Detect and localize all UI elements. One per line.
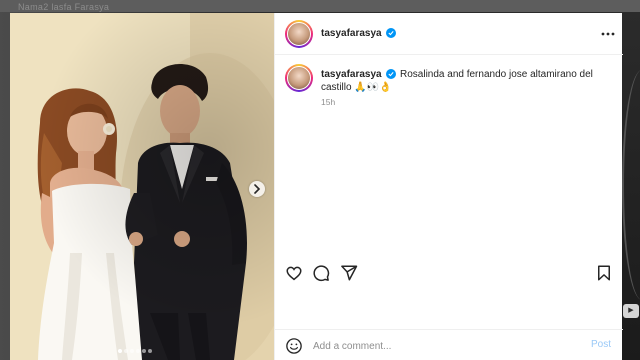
background-play-badge: ▶ [623, 304, 639, 318]
post-comment-button[interactable]: Post [591, 339, 611, 350]
caption-username[interactable]: tasyafarasya [321, 69, 382, 80]
background-page-text: Nama2 lasfa Farasya [18, 2, 110, 12]
comment-input[interactable] [313, 339, 553, 353]
post-side-panel: tasyafarasya Rosalinda and fernando jose… [274, 13, 623, 360]
heart-icon[interactable] [285, 264, 303, 282]
post-header: tasyafarasya [275, 13, 623, 55]
post-media[interactable] [10, 13, 274, 360]
carousel-dot [118, 349, 122, 353]
paper-plane-icon[interactable] [340, 264, 358, 282]
post-modal: tasyafarasya Rosalinda and fernando jose… [10, 13, 623, 360]
smiley-icon[interactable] [285, 337, 303, 355]
carousel-dot [130, 349, 134, 353]
verified-badge-icon [386, 69, 396, 79]
action-bar [275, 257, 623, 287]
bookmark-icon[interactable] [595, 264, 613, 282]
carousel-dot [124, 349, 128, 353]
carousel-dot [148, 349, 152, 353]
post-timestamp[interactable]: 15h [321, 97, 335, 107]
header-username[interactable]: tasyafarasya [321, 28, 382, 39]
more-horizontal-icon[interactable] [601, 28, 615, 40]
photo-shading [10, 13, 274, 360]
caption-avatar[interactable] [285, 64, 313, 92]
carousel-indicator [118, 349, 178, 355]
comment-composer: Post [275, 329, 623, 360]
verified-badge-icon [386, 28, 396, 38]
comment-bubble-icon[interactable] [312, 264, 330, 282]
carousel-dot [142, 349, 146, 353]
carousel-next-button[interactable] [249, 181, 265, 197]
chevron-right-icon [254, 184, 261, 194]
carousel-dot [136, 349, 140, 353]
background-page-strip: Nama2 lasfa Farasya [0, 0, 640, 12]
avatar[interactable] [285, 20, 313, 48]
